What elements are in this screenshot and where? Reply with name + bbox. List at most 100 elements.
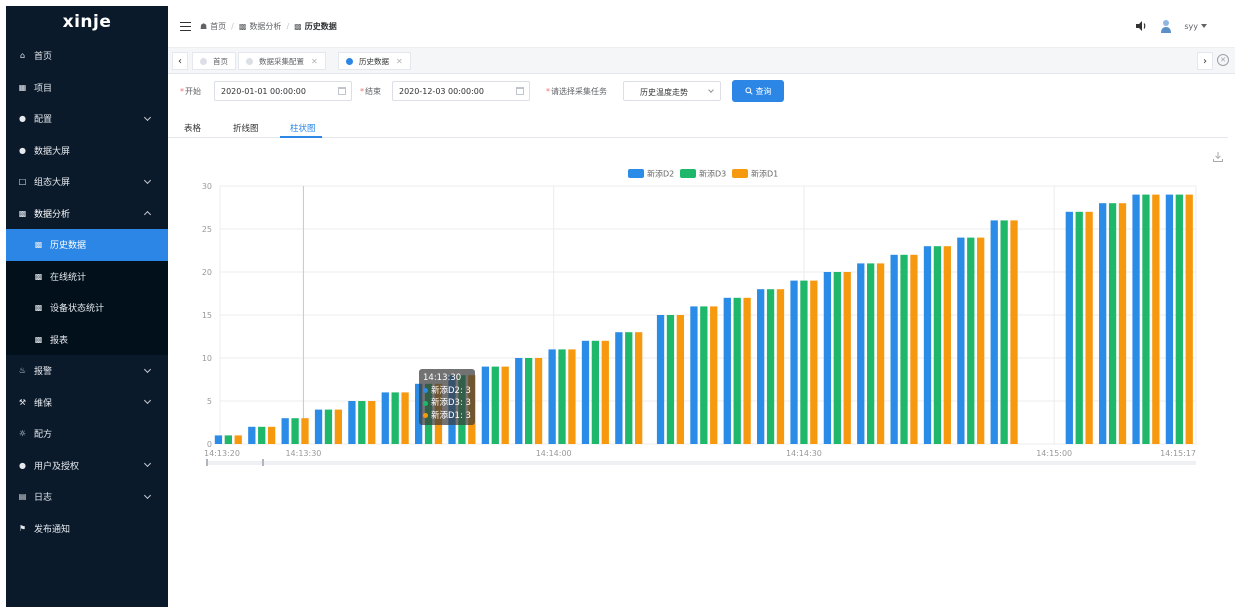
sidebar-item[interactable]: ▤ 日志 [6, 481, 168, 513]
bar[interactable] [733, 297, 741, 444]
sidebar-item[interactable]: ▩ 在线统计 [6, 261, 168, 293]
bar[interactable] [558, 349, 566, 444]
query-button[interactable]: 查询 [732, 80, 784, 102]
start-date-input[interactable]: 2020-01-01 00:00:00 [214, 81, 352, 101]
close-all-tabs-icon[interactable]: ✕ [1217, 54, 1229, 66]
bar[interactable] [676, 315, 685, 444]
bar[interactable] [943, 246, 951, 444]
tab-item[interactable]: 首页 [192, 52, 236, 70]
user-menu[interactable]: syy [1184, 22, 1207, 31]
sidebar-item[interactable]: ▩ 历史数据 [6, 229, 168, 261]
bar[interactable] [324, 409, 333, 444]
bar[interactable] [1118, 203, 1127, 444]
bar[interactable] [258, 426, 266, 444]
bar[interactable] [1185, 194, 1193, 444]
bar[interactable] [1175, 194, 1183, 444]
tab-table[interactable]: 表格 [184, 122, 201, 134]
legend-label[interactable]: 新添D2 [647, 169, 674, 179]
bar[interactable] [625, 332, 633, 444]
sidebar-item[interactable]: ▩ 报表 [6, 324, 168, 356]
sidebar-item[interactable]: ⚒ 维保 [6, 387, 168, 419]
tab-item[interactable]: 数据采集配置 ✕ [238, 52, 326, 70]
bar[interactable] [548, 349, 556, 444]
bar[interactable] [923, 246, 932, 444]
bar[interactable] [568, 349, 576, 444]
bar[interactable] [876, 263, 885, 444]
bar[interactable] [723, 297, 731, 444]
bar[interactable] [601, 340, 609, 444]
bar[interactable] [334, 409, 342, 444]
bar[interactable] [1000, 220, 1008, 444]
bar[interactable] [1099, 203, 1107, 444]
breadcrumb-item[interactable]: 数据分析 [249, 21, 281, 32]
bar[interactable] [281, 418, 289, 444]
bar[interactable] [524, 358, 533, 444]
sidebar-item[interactable]: □ 组态大屏 [6, 166, 168, 198]
close-icon[interactable]: ✕ [311, 57, 318, 66]
bar[interactable] [267, 426, 276, 444]
bar[interactable] [1065, 211, 1073, 444]
bar[interactable] [710, 306, 718, 444]
bar[interactable] [1132, 194, 1140, 444]
bar[interactable] [248, 426, 256, 444]
speaker-icon[interactable] [1134, 19, 1148, 33]
zoom-slider-handle[interactable] [206, 459, 208, 466]
sidebar-item[interactable]: ● 数据大屏 [6, 135, 168, 167]
bar[interactable] [348, 401, 356, 444]
end-date-input[interactable]: 2020-12-03 00:00:00 [392, 81, 530, 101]
bar[interactable] [700, 306, 708, 444]
bar[interactable] [800, 280, 808, 444]
breadcrumb-item[interactable]: 首页 [210, 21, 226, 32]
bar[interactable] [690, 306, 698, 444]
bar[interactable] [368, 401, 376, 444]
avatar[interactable] [1158, 18, 1174, 34]
sidebar-item[interactable]: ● 配置 [6, 103, 168, 135]
sidebar-item[interactable]: ☼ 配方 [6, 418, 168, 450]
tags-scroll-right-button[interactable]: › [1197, 52, 1213, 70]
bar[interactable] [358, 401, 366, 444]
bar[interactable] [534, 358, 543, 444]
tags-scroll-left-button[interactable]: ‹ [172, 52, 188, 70]
bar[interactable] [214, 435, 223, 444]
bar[interactable] [757, 289, 765, 444]
bar[interactable] [301, 418, 309, 444]
bar[interactable] [810, 280, 818, 444]
bar[interactable] [481, 366, 490, 444]
bar[interactable] [491, 366, 499, 444]
task-select[interactable]: 历史温度走势 [623, 81, 721, 101]
bar[interactable] [857, 263, 865, 444]
bar[interactable] [977, 237, 985, 444]
bar[interactable] [1152, 194, 1160, 444]
zoom-slider-track[interactable] [206, 461, 1196, 465]
bar[interactable] [790, 280, 798, 444]
bar[interactable] [314, 409, 323, 444]
zoom-slider-handle[interactable] [262, 459, 264, 466]
bar[interactable] [867, 263, 875, 444]
legend-label[interactable]: 新添D3 [699, 169, 726, 179]
bar[interactable] [234, 435, 242, 444]
bar[interactable] [635, 332, 643, 444]
bar[interactable] [224, 435, 232, 444]
bar[interactable] [591, 340, 600, 444]
bar[interactable] [1075, 211, 1083, 444]
close-icon[interactable]: ✕ [396, 57, 403, 66]
bar[interactable] [666, 315, 675, 444]
tab-bar-chart[interactable]: 柱状图 [290, 122, 316, 134]
bar[interactable] [967, 237, 975, 444]
bar[interactable] [1010, 220, 1018, 444]
bar[interactable] [900, 254, 908, 444]
bar[interactable] [381, 392, 389, 444]
bar[interactable] [291, 418, 299, 444]
bar[interactable] [1108, 203, 1117, 444]
sidebar-item[interactable]: ⚑ 发布通知 [6, 513, 168, 545]
hamburger-icon[interactable] [180, 22, 191, 31]
bar[interactable] [957, 237, 965, 444]
bar[interactable] [776, 289, 785, 444]
sidebar-item[interactable]: ♨ 报警 [6, 355, 168, 387]
sidebar-item[interactable]: ▩ 设备状态统计 [6, 292, 168, 324]
bar[interactable] [656, 315, 665, 444]
bar[interactable] [1085, 211, 1093, 444]
bar[interactable] [581, 340, 590, 444]
bar[interactable] [833, 272, 841, 444]
bar[interactable] [890, 254, 898, 444]
